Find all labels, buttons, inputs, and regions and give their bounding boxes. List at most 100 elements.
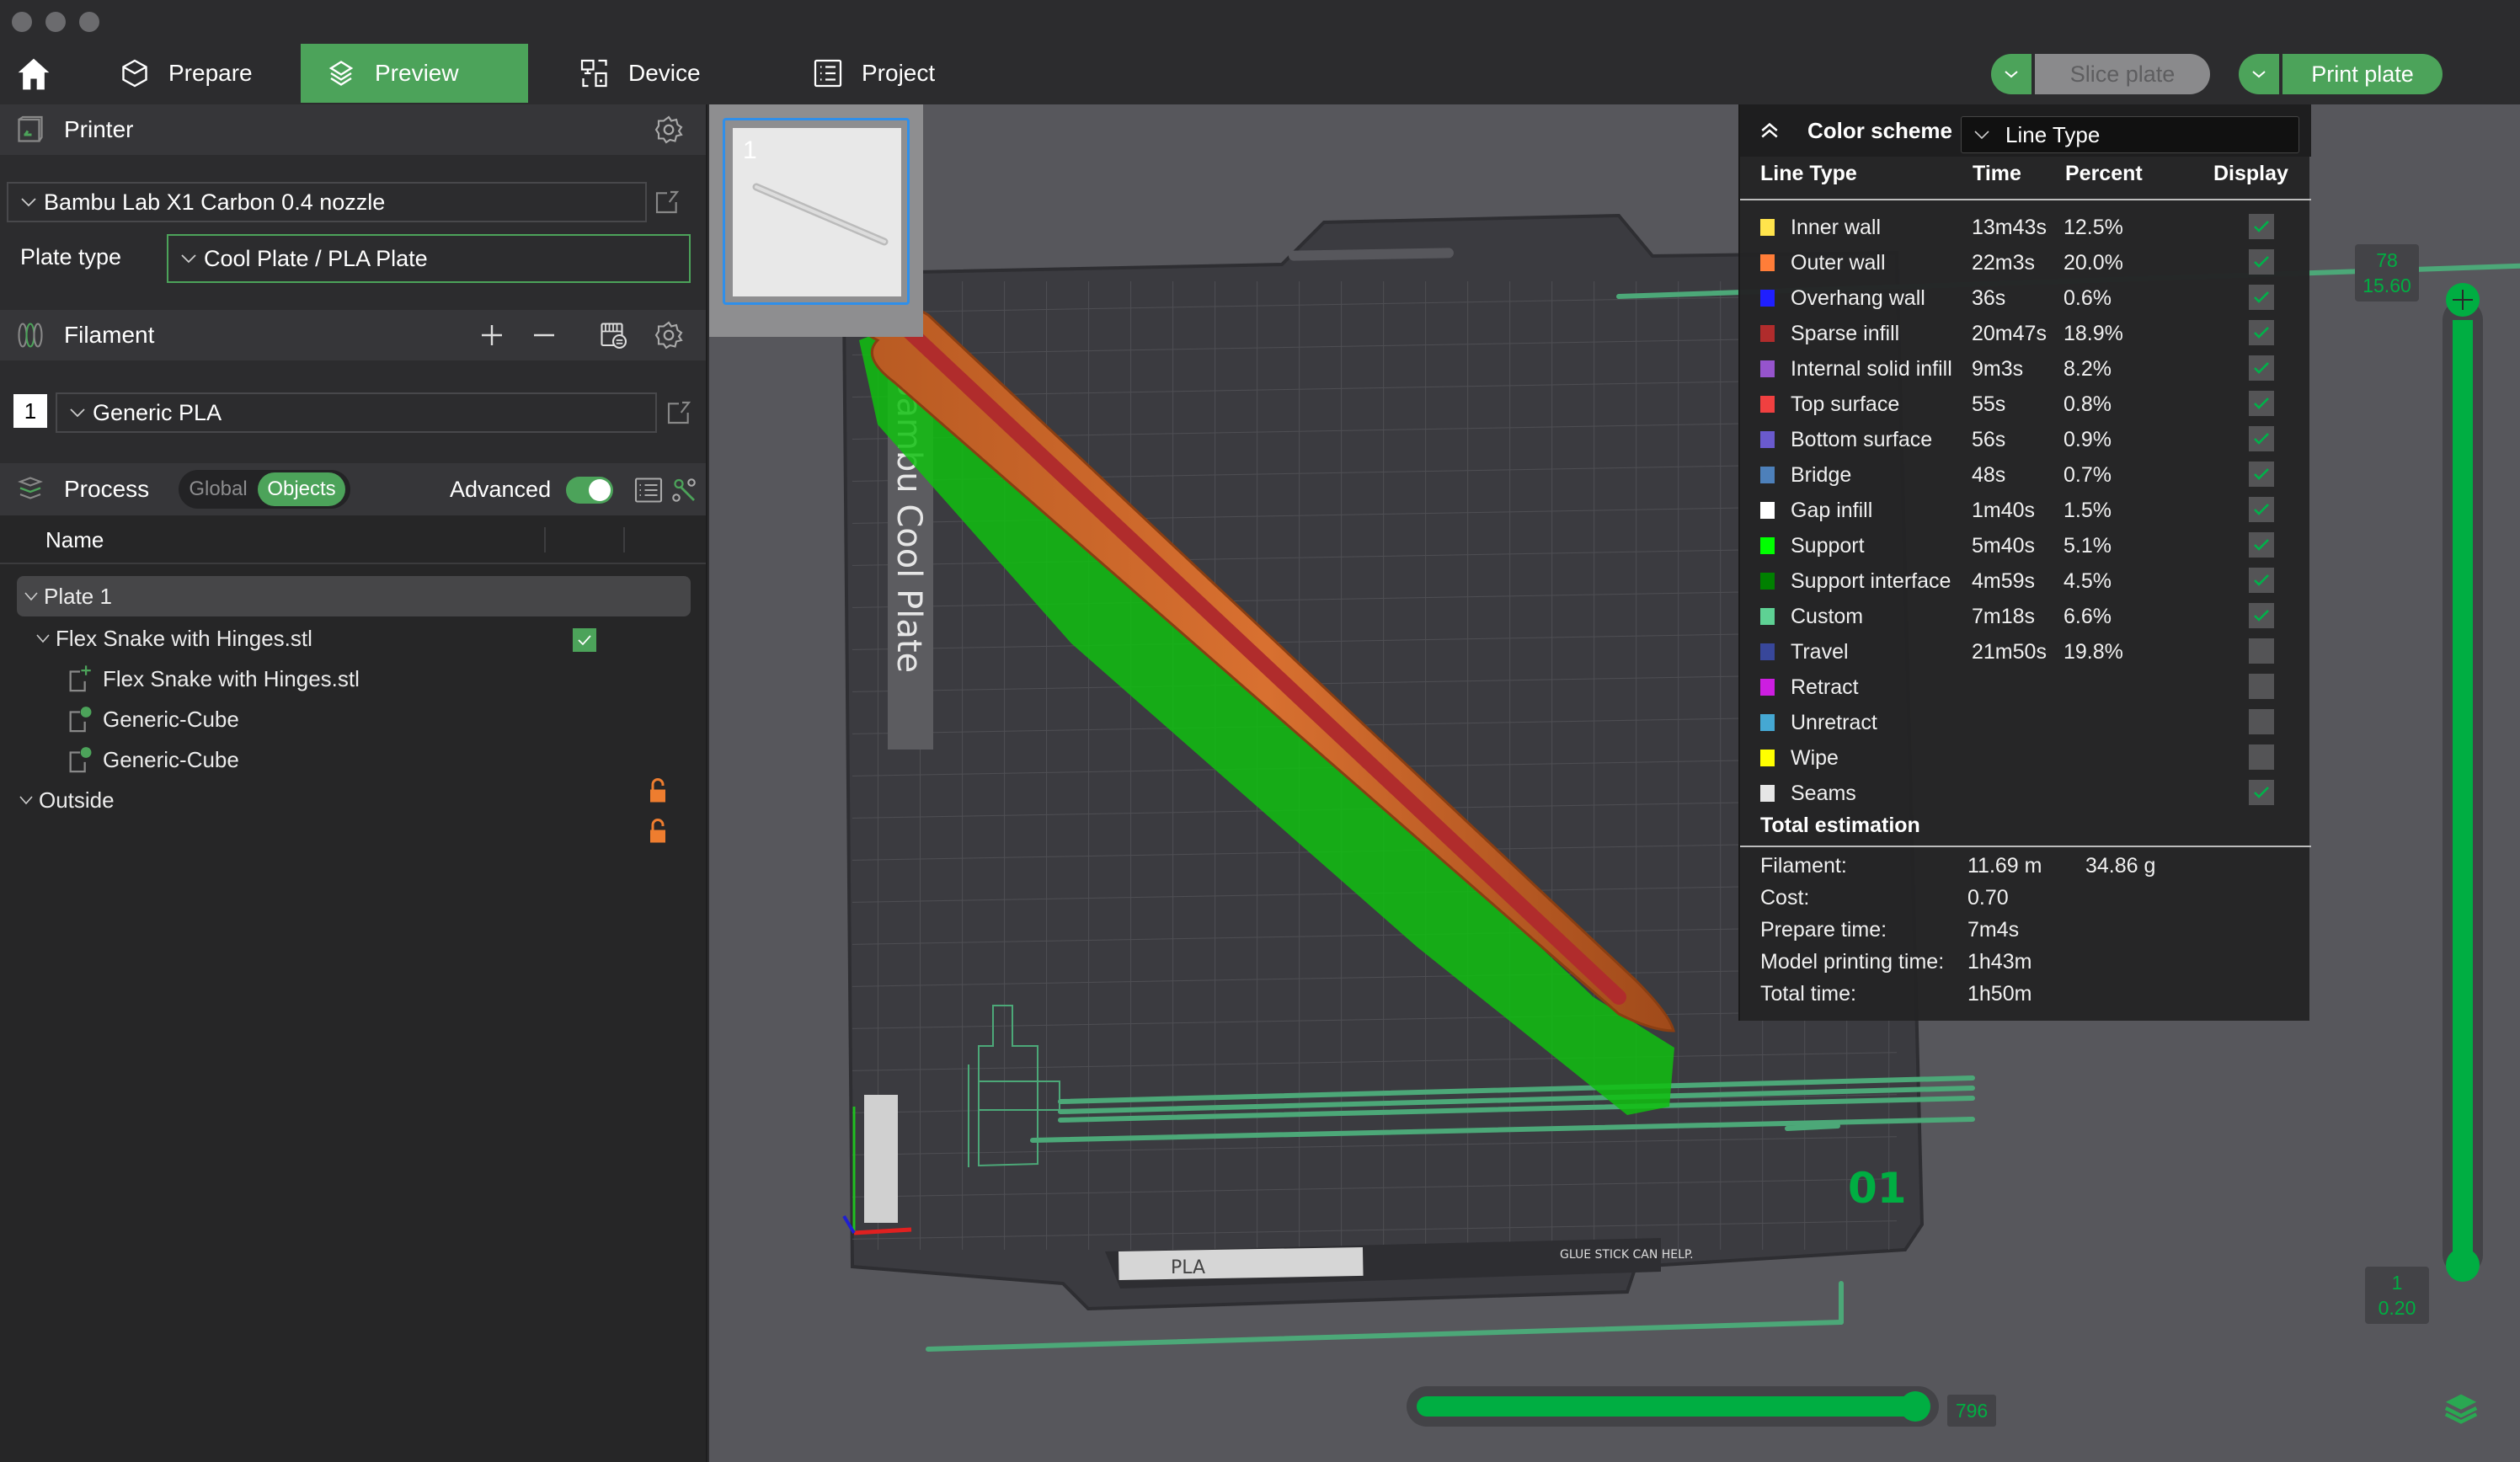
cube-icon xyxy=(122,59,147,88)
chevron-down-icon[interactable] xyxy=(19,795,34,805)
chevron-down-icon[interactable] xyxy=(35,633,51,643)
filament-spool-icon xyxy=(18,323,43,348)
line-type-display-checkbox[interactable] xyxy=(2249,568,2274,593)
slice-plate-button[interactable]: Slice plate xyxy=(2035,54,2210,94)
printer-select[interactable]: Bambu Lab X1 Carbon 0.4 nozzle xyxy=(7,182,647,222)
line-type-display-checkbox[interactable] xyxy=(2249,709,2274,734)
line-type-display-checkbox[interactable] xyxy=(2249,285,2274,310)
layers-icon xyxy=(328,61,354,86)
tab-preview[interactable]: Preview xyxy=(301,44,528,103)
zoom-window-button[interactable] xyxy=(79,12,99,32)
layer-view-icon[interactable] xyxy=(2443,1391,2480,1425)
check-icon xyxy=(2254,291,2269,303)
printer-settings-gear-icon[interactable] xyxy=(654,115,684,145)
tab-device[interactable]: Device xyxy=(554,44,765,103)
tree-item-plate[interactable]: Plate 1 xyxy=(17,576,691,616)
tab-project[interactable]: Project xyxy=(788,44,998,103)
legend-col-percent: Percent xyxy=(2065,162,2143,185)
add-filament-icon[interactable] xyxy=(477,320,507,350)
edit-printer-icon[interactable] xyxy=(654,189,681,216)
line-type-display-checkbox[interactable] xyxy=(2249,462,2274,487)
line-type-display-checkbox[interactable] xyxy=(2249,603,2274,628)
line-type-time: 20m47s xyxy=(1972,322,2047,345)
print-options-dropdown[interactable] xyxy=(2239,54,2279,94)
move-slider-handle[interactable] xyxy=(1900,1391,1930,1422)
layer-slider-top-handle[interactable] xyxy=(2446,283,2480,317)
object-printable-checkbox[interactable] xyxy=(573,628,596,652)
add-part-icon xyxy=(69,665,91,692)
line-type-display-checkbox[interactable] xyxy=(2249,426,2274,451)
advanced-toggle[interactable] xyxy=(566,477,613,504)
legend-row: Support 5m40s 5.1% xyxy=(1740,527,2311,563)
legend-row: Seams xyxy=(1740,775,2311,810)
outside-label: Outside xyxy=(39,787,115,813)
line-type-display-checkbox[interactable] xyxy=(2249,391,2274,416)
cost-label: Cost: xyxy=(1760,886,1810,910)
plate-type-label: Plate type xyxy=(20,244,122,269)
line-type-display-checkbox[interactable] xyxy=(2249,320,2274,345)
scope-global-option[interactable]: Global xyxy=(179,472,258,506)
chevron-down-icon[interactable] xyxy=(24,591,39,601)
sync-ams-icon[interactable] xyxy=(598,320,628,350)
line-type-swatch xyxy=(1760,785,1775,802)
unlocked-lock-icon[interactable] xyxy=(649,778,667,803)
line-type-display-checkbox[interactable] xyxy=(2249,214,2274,239)
tree-item-outside[interactable]: Outside xyxy=(19,780,115,820)
legend-row: Bridge 48s 0.7% xyxy=(1740,456,2311,492)
unlocked-lock-icon[interactable] xyxy=(649,819,667,844)
process-compare-icon[interactable] xyxy=(669,475,699,505)
close-window-button[interactable] xyxy=(12,12,32,32)
chevron-down-icon xyxy=(181,254,196,264)
line-type-name: Bottom surface xyxy=(1791,428,1933,451)
line-type-display-checkbox[interactable] xyxy=(2249,674,2274,699)
remove-filament-icon[interactable] xyxy=(529,320,559,350)
object-list-header: Name xyxy=(0,515,706,564)
slice-options-dropdown[interactable] xyxy=(1991,54,2031,94)
tree-item-part[interactable]: Generic-Cube xyxy=(67,699,239,739)
line-type-display-checkbox[interactable] xyxy=(2249,497,2274,522)
filament-settings-gear-icon[interactable] xyxy=(654,320,684,350)
collapse-legend-icon[interactable] xyxy=(1757,118,1782,143)
legend-row: Top surface 55s 0.8% xyxy=(1740,386,2311,421)
line-type-time: 55s xyxy=(1972,392,2006,416)
line-type-swatch xyxy=(1760,608,1775,625)
minimize-window-button[interactable] xyxy=(45,12,66,32)
legend-row: Bottom surface 56s 0.9% xyxy=(1740,421,2311,456)
line-type-display-checkbox[interactable] xyxy=(2249,780,2274,805)
line-type-time: 7m18s xyxy=(1972,605,2036,628)
line-type-display-checkbox[interactable] xyxy=(2249,638,2274,664)
plate-type-select[interactable]: Cool Plate / PLA Plate xyxy=(167,234,691,283)
line-type-display-checkbox[interactable] xyxy=(2249,532,2274,558)
scope-objects-option[interactable]: Objects xyxy=(258,472,345,506)
tree-item-part[interactable]: Generic-Cube xyxy=(67,739,239,780)
plate-thumbnail[interactable]: 1 xyxy=(723,118,910,305)
column-separator[interactable] xyxy=(623,527,625,552)
edit-filament-icon[interactable] xyxy=(665,399,692,426)
line-type-swatch xyxy=(1760,573,1775,590)
tree-item-part[interactable]: Flex Snake with Hinges.stl xyxy=(67,659,360,699)
tab-prepare[interactable]: Prepare xyxy=(94,44,296,103)
line-type-time: 5m40s xyxy=(1972,534,2036,558)
line-type-percent: 0.7% xyxy=(2064,463,2112,487)
check-icon xyxy=(2254,398,2269,409)
device-icon xyxy=(580,59,607,88)
line-type-display-checkbox[interactable] xyxy=(2249,355,2274,381)
check-icon xyxy=(2254,327,2269,339)
filament-select[interactable]: Generic PLA xyxy=(56,392,657,433)
line-type-display-checkbox[interactable] xyxy=(2249,744,2274,770)
3d-viewport[interactable]: Bambu Cool Plate 01 PLA GLUE STICK CAN H… xyxy=(709,104,2520,1462)
color-scheme-select[interactable]: Line Type xyxy=(1961,116,2299,153)
legend-row: Outer wall 22m3s 20.0% xyxy=(1740,244,2311,280)
list-icon xyxy=(814,59,842,88)
line-type-display-checkbox[interactable] xyxy=(2249,249,2274,275)
home-button[interactable] xyxy=(15,56,56,93)
line-type-name: Gap infill xyxy=(1791,499,1873,522)
filament-label: Filament: xyxy=(1760,854,1847,878)
print-plate-button[interactable]: Print plate xyxy=(2282,54,2443,94)
bottom-layer-height: 0.20 xyxy=(2378,1297,2416,1319)
process-list-icon[interactable] xyxy=(633,475,664,505)
layer-slider-bottom-handle[interactable] xyxy=(2446,1248,2480,1282)
prepare-time-label: Prepare time: xyxy=(1760,918,1887,942)
total-time-value: 1h50m xyxy=(1967,982,2032,1006)
column-separator[interactable] xyxy=(544,527,546,552)
